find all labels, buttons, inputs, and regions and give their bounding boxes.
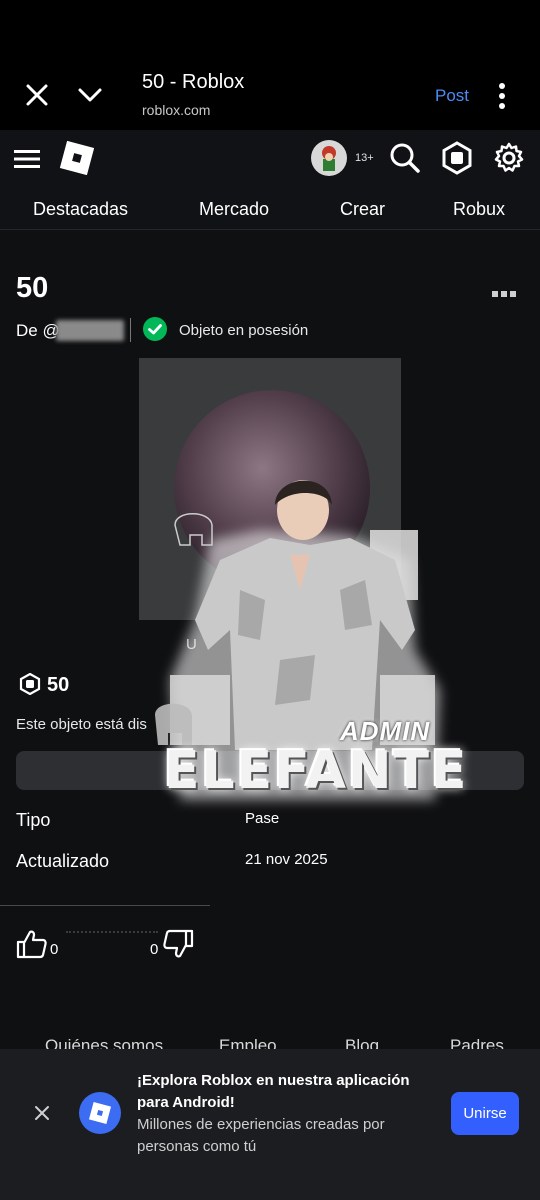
join-button[interactable]: Unirse — [451, 1092, 519, 1135]
close-icon[interactable] — [22, 80, 52, 110]
divider — [0, 905, 210, 906]
search-icon[interactable] — [389, 142, 421, 174]
gear-icon[interactable] — [492, 141, 526, 175]
roblox-logo-icon[interactable] — [60, 141, 94, 175]
detail-label-type: Tipo — [16, 810, 51, 830]
thumbs-up-icon[interactable] — [16, 929, 48, 959]
page-url: roblox.com — [142, 102, 211, 118]
check-circle-icon — [143, 317, 167, 341]
tab-robux[interactable]: Robux — [453, 199, 505, 220]
item-title: 50 — [16, 272, 49, 304]
detail-label-updated: Actualizado — [16, 851, 110, 871]
thumbs-down-icon[interactable] — [162, 929, 194, 959]
availability-text-start: Este objeto está dis — [16, 716, 147, 733]
item-price: 50 — [47, 674, 70, 696]
robux-icon[interactable] — [440, 141, 474, 175]
owned-status: Objeto en posesión — [179, 322, 309, 339]
more-options-icon[interactable] — [492, 290, 516, 298]
creator-prefix: De @ — [16, 321, 60, 340]
overlay-elefante-text: ELEFANTE — [164, 741, 469, 801]
banner-title: ¡Explora Roblox en nuestra aplicación pa… — [137, 1072, 410, 1111]
age-badge: 13+ — [355, 152, 374, 164]
banner-subtitle: Millones de experiencias creadas por per… — [137, 1116, 385, 1155]
menu-icon[interactable] — [14, 148, 40, 170]
vote-ratio-bar — [66, 931, 158, 935]
close-icon[interactable] — [33, 1104, 51, 1122]
avatar[interactable] — [311, 140, 347, 176]
creator-name-redacted[interactable] — [56, 320, 124, 341]
tab-crear[interactable]: Crear — [340, 199, 385, 220]
page-title: 50 - Roblox — [142, 71, 245, 93]
tab-destacadas[interactable]: Destacadas — [33, 199, 128, 220]
likes-count: 0 — [50, 941, 59, 958]
more-vertical-icon[interactable] — [496, 83, 508, 109]
post-button[interactable]: Post — [435, 86, 469, 106]
robux-price-icon — [19, 673, 41, 695]
chevron-down-icon[interactable] — [75, 80, 105, 110]
tab-mercado[interactable]: Mercado — [199, 199, 269, 220]
dislikes-count: 0 — [150, 941, 159, 958]
browser-top-bar — [0, 0, 540, 130]
detail-value-updated: 21 nov 2025 — [245, 851, 328, 868]
roblox-app-icon — [79, 1092, 121, 1134]
divider — [130, 318, 131, 342]
